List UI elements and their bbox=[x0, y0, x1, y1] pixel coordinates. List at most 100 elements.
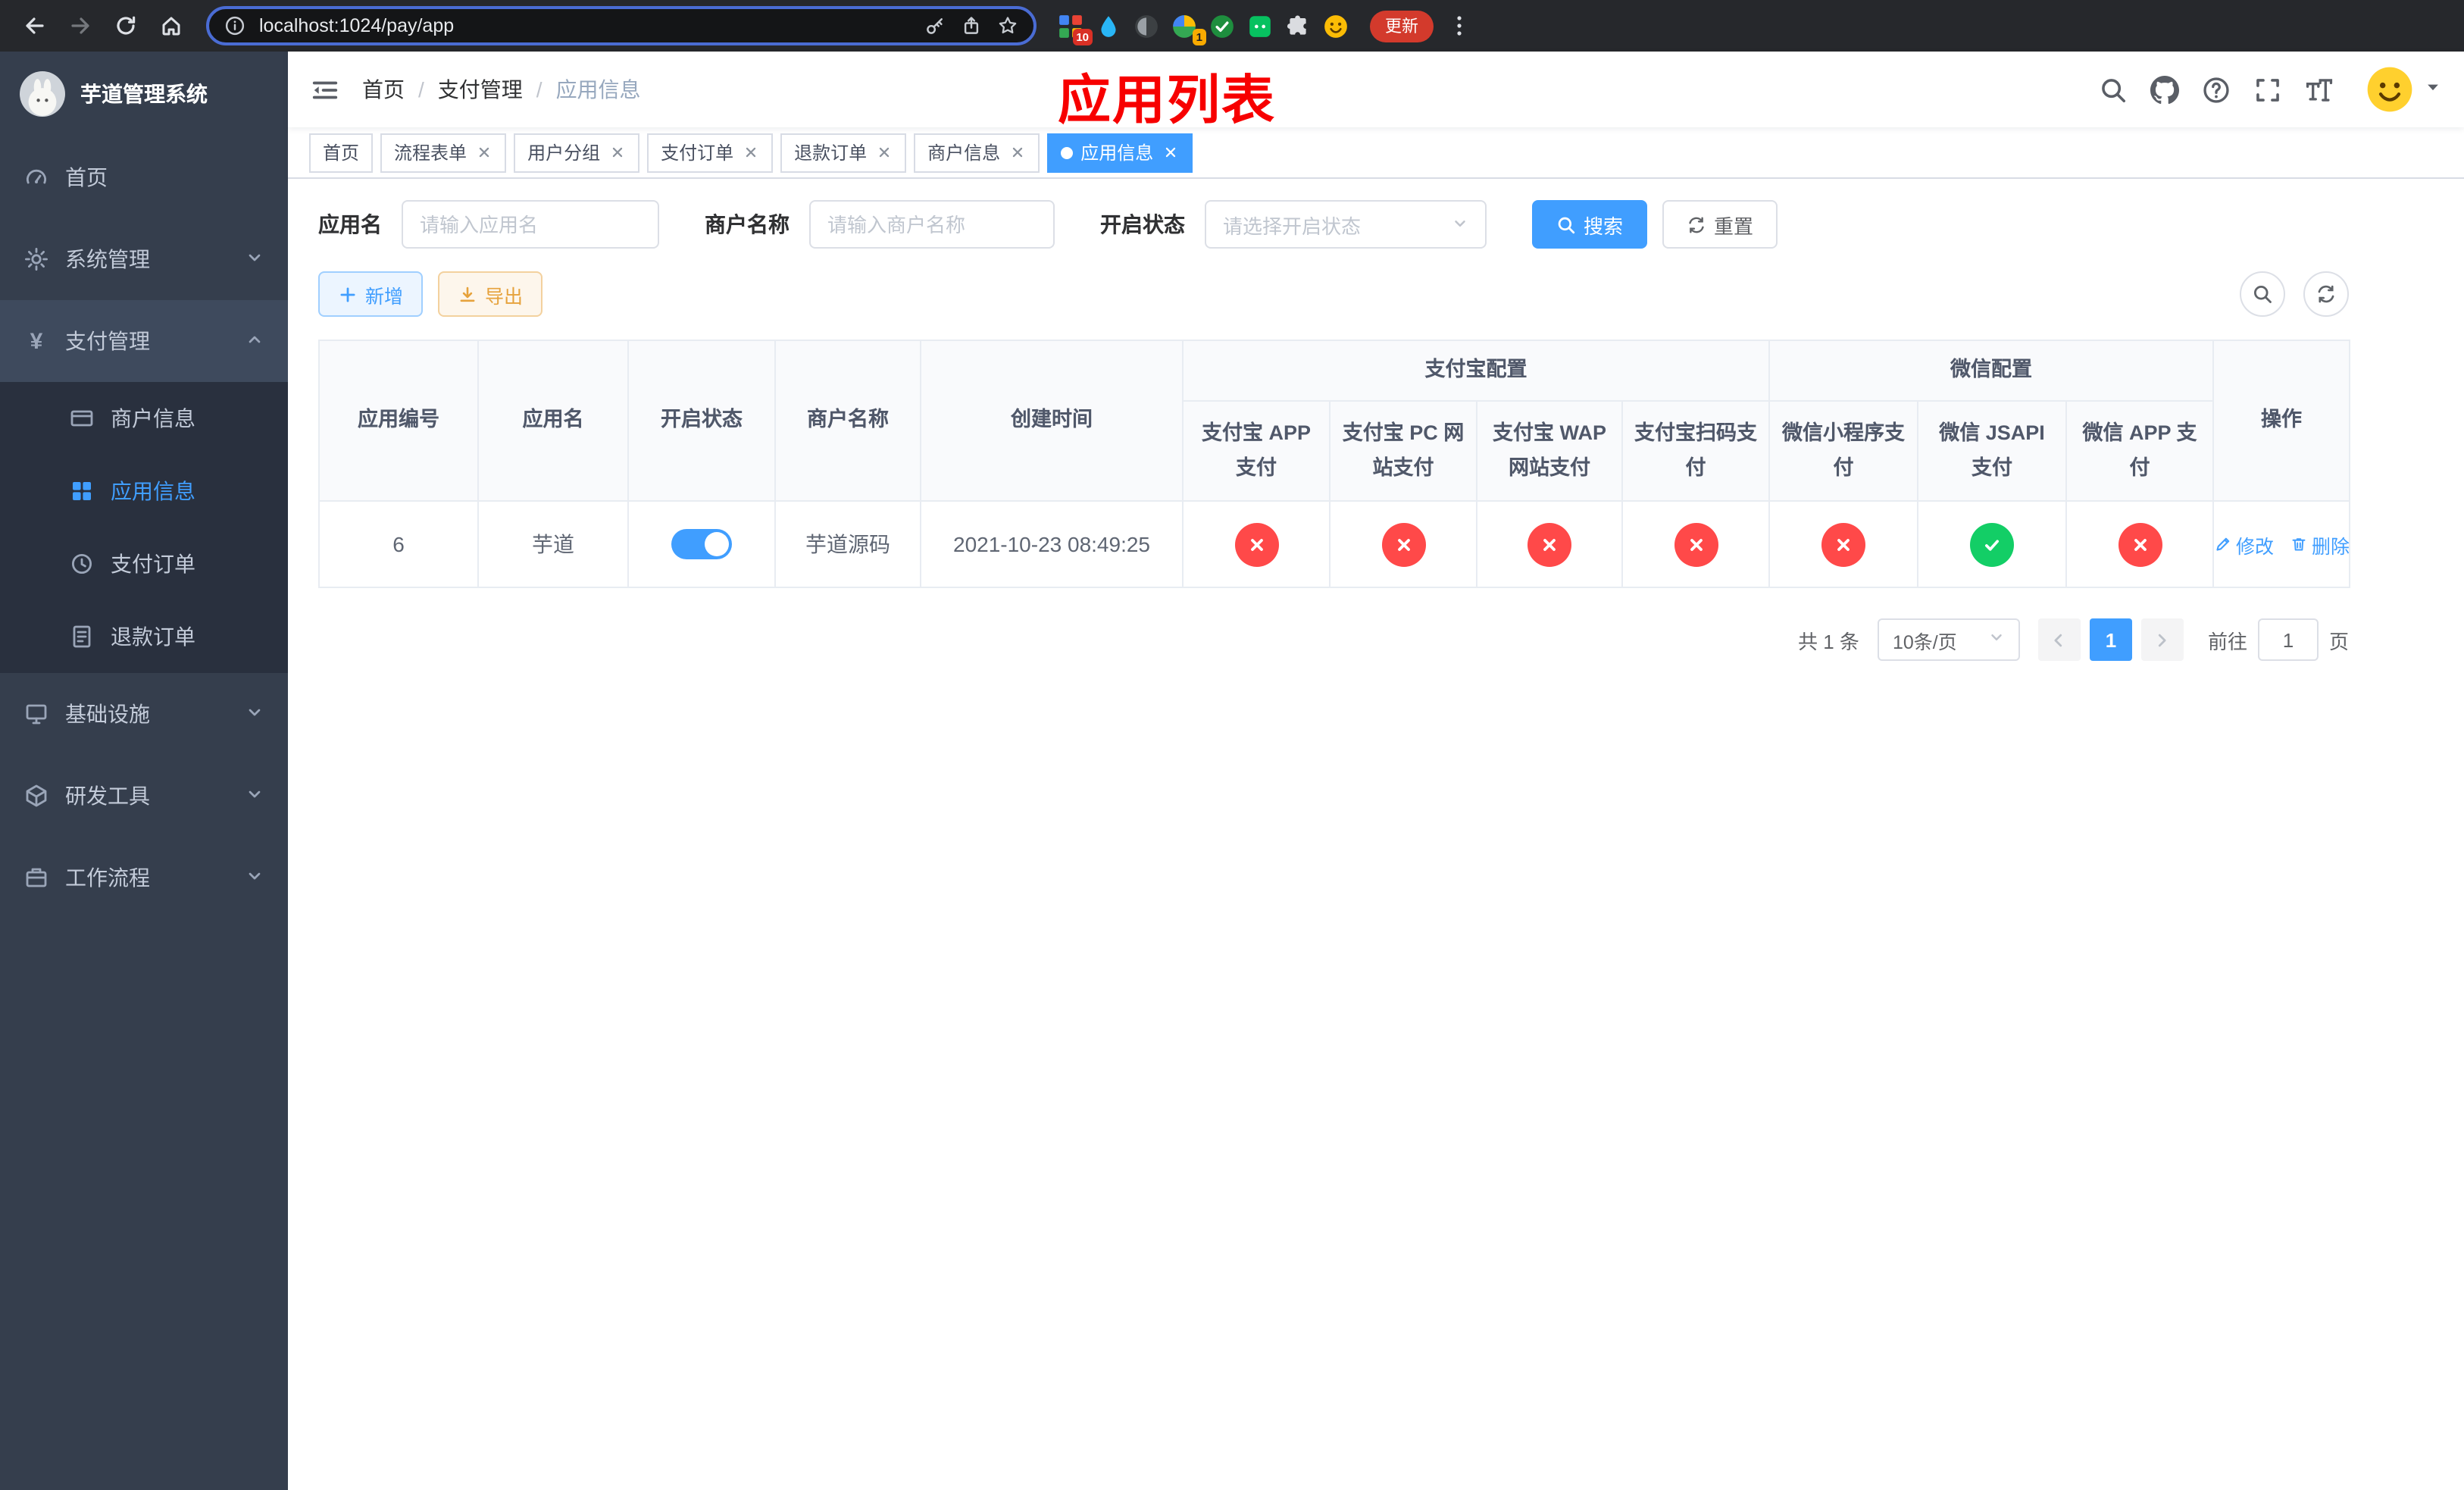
sidebar-item-refund-order[interactable]: 退款订单 bbox=[0, 600, 288, 673]
close-icon[interactable] bbox=[874, 143, 893, 161]
extension-icon-8[interactable] bbox=[1323, 13, 1349, 39]
extension-icon-3[interactable] bbox=[1134, 13, 1159, 39]
sidebar-item-pay-order[interactable]: 支付订单 bbox=[0, 527, 288, 600]
goto-page-input[interactable] bbox=[2257, 618, 2319, 661]
prev-page-button[interactable] bbox=[2037, 618, 2081, 661]
screen: localhost:1024/pay/app 10 1 更新 芋道管理系统 首页… bbox=[0, 0, 2464, 1490]
chevron-down-icon bbox=[245, 247, 264, 271]
status-select-placeholder: 请选择开启状态 bbox=[1223, 214, 1362, 237]
chevron-down-icon bbox=[1988, 629, 2005, 650]
toggle-search-button[interactable] bbox=[2240, 271, 2285, 317]
app-name-input[interactable] bbox=[402, 200, 659, 249]
merchant-name-input[interactable] bbox=[809, 200, 1055, 249]
browser-home-button[interactable] bbox=[152, 6, 191, 45]
tab-label: 用户分组 bbox=[527, 142, 601, 164]
url-bar[interactable]: localhost:1024/pay/app bbox=[206, 6, 1037, 45]
sidebar-item-system[interactable]: 系统管理 bbox=[0, 218, 288, 300]
current-page-number: 1 bbox=[2105, 628, 2117, 651]
workflow-box-icon bbox=[26, 868, 47, 887]
help-icon[interactable] bbox=[2202, 75, 2231, 104]
plus-icon bbox=[340, 286, 355, 302]
tab-merchant-info[interactable]: 商户信息 bbox=[914, 133, 1040, 172]
search-button[interactable]: 搜索 bbox=[1532, 200, 1648, 249]
tab-home[interactable]: 首页 bbox=[309, 133, 374, 172]
sidebar-item-workflow[interactable]: 工作流程 bbox=[0, 837, 288, 919]
close-icon[interactable] bbox=[474, 143, 492, 161]
cell-alipay-wap bbox=[1476, 500, 1623, 588]
bookmark-star-icon[interactable] bbox=[996, 14, 1020, 38]
edit-link[interactable]: 修改 bbox=[2213, 530, 2274, 559]
fullscreen-icon[interactable] bbox=[2253, 75, 2282, 104]
navbar: 首页 / 支付管理 / 应用信息 应用列表 bbox=[288, 52, 2464, 130]
tab-refund-order[interactable]: 退款订单 bbox=[780, 133, 907, 172]
close-icon[interactable] bbox=[1161, 143, 1179, 161]
sidebar-item-merchant-info[interactable]: 商户信息 bbox=[0, 382, 288, 455]
col-alipay-wap: 支付宝 WAP 网站支付 bbox=[1476, 400, 1623, 502]
extensions-puzzle-icon[interactable] bbox=[1285, 13, 1311, 39]
tab-process-form[interactable]: 流程表单 bbox=[380, 133, 507, 172]
tab-app-info[interactable]: 应用信息 bbox=[1047, 133, 1193, 172]
gear-icon bbox=[25, 248, 48, 271]
github-icon[interactable] bbox=[2150, 75, 2179, 104]
sidebar-item-home[interactable]: 首页 bbox=[0, 136, 288, 218]
extension-icon-5[interactable] bbox=[1209, 13, 1235, 39]
browser-update-button[interactable]: 更新 bbox=[1370, 10, 1434, 42]
sidebar-item-label: 研发工具 bbox=[65, 784, 150, 808]
sidebar-item-app-info[interactable]: 应用信息 bbox=[0, 455, 288, 527]
password-key-icon[interactable] bbox=[923, 14, 947, 38]
sidebar-item-dev-tools[interactable]: 研发工具 bbox=[0, 755, 288, 837]
fail-status-icon bbox=[1527, 522, 1571, 566]
extension-icon-1[interactable]: 10 bbox=[1058, 13, 1093, 45]
order-clock-icon bbox=[71, 553, 92, 574]
back-icon bbox=[26, 17, 44, 34]
pencil-icon bbox=[2215, 537, 2229, 551]
cell-wx-mini bbox=[1768, 500, 1918, 588]
page-size-value: 10条/页 bbox=[1892, 631, 1957, 653]
page-size-select[interactable]: 10条/页 bbox=[1877, 618, 2020, 661]
extension-icon-4[interactable]: 1 bbox=[1171, 13, 1206, 45]
col-app-name: 应用名 bbox=[477, 340, 629, 502]
page-1-button[interactable]: 1 bbox=[2089, 618, 2132, 661]
header-search-icon[interactable] bbox=[2099, 75, 2128, 104]
breadcrumb: 首页 / 支付管理 / 应用信息 bbox=[362, 74, 641, 105]
close-icon[interactable] bbox=[608, 143, 626, 161]
browser-back-button[interactable] bbox=[15, 6, 55, 45]
breadcrumb-payment[interactable]: 支付管理 bbox=[438, 74, 523, 105]
site-info-icon[interactable] bbox=[223, 14, 247, 38]
tab-user-group[interactable]: 用户分组 bbox=[514, 133, 640, 172]
chevron-right-icon bbox=[2159, 633, 2167, 646]
sidebar-item-label: 支付订单 bbox=[111, 552, 195, 576]
extension-icon-6[interactable] bbox=[1247, 13, 1273, 39]
extension-badge-count: 1 bbox=[1192, 29, 1206, 45]
fail-status-icon bbox=[1234, 522, 1278, 566]
reset-button[interactable]: 重置 bbox=[1662, 200, 1778, 249]
status-select[interactable]: 请选择开启状态 bbox=[1205, 200, 1487, 249]
refresh-icon bbox=[2318, 285, 2334, 303]
next-page-button[interactable] bbox=[2140, 618, 2184, 661]
dashboard-icon bbox=[27, 169, 46, 184]
tab-pay-order[interactable]: 支付订单 bbox=[647, 133, 774, 172]
chevron-up-icon bbox=[245, 329, 264, 353]
user-menu[interactable] bbox=[2366, 65, 2441, 114]
close-icon[interactable] bbox=[741, 143, 759, 161]
delete-link[interactable]: 删除 bbox=[2289, 530, 2350, 559]
add-button[interactable]: 新增 bbox=[318, 271, 424, 317]
extension-icon-2[interactable] bbox=[1096, 13, 1121, 39]
breadcrumb-home[interactable]: 首页 bbox=[362, 74, 405, 105]
close-icon[interactable] bbox=[1008, 143, 1026, 161]
browser-menu-button[interactable] bbox=[1440, 6, 1479, 45]
sidebar-item-infrastructure[interactable]: 基础设施 bbox=[0, 673, 288, 755]
fail-status-icon bbox=[1821, 522, 1865, 566]
share-icon[interactable] bbox=[959, 14, 983, 38]
breadcrumb-separator: / bbox=[418, 77, 424, 102]
browser-forward-button[interactable] bbox=[61, 6, 100, 45]
browser-reload-button[interactable] bbox=[106, 6, 145, 45]
table-tools bbox=[2240, 271, 2349, 317]
collapse-sidebar-icon[interactable] bbox=[311, 75, 339, 104]
refresh-table-button[interactable] bbox=[2303, 271, 2349, 317]
bank-card-icon bbox=[70, 410, 93, 427]
font-size-icon[interactable] bbox=[2305, 75, 2334, 104]
sidebar-item-payment[interactable]: ¥ 支付管理 bbox=[0, 300, 288, 382]
status-toggle[interactable] bbox=[671, 529, 732, 559]
export-button[interactable]: 导出 bbox=[438, 271, 543, 317]
